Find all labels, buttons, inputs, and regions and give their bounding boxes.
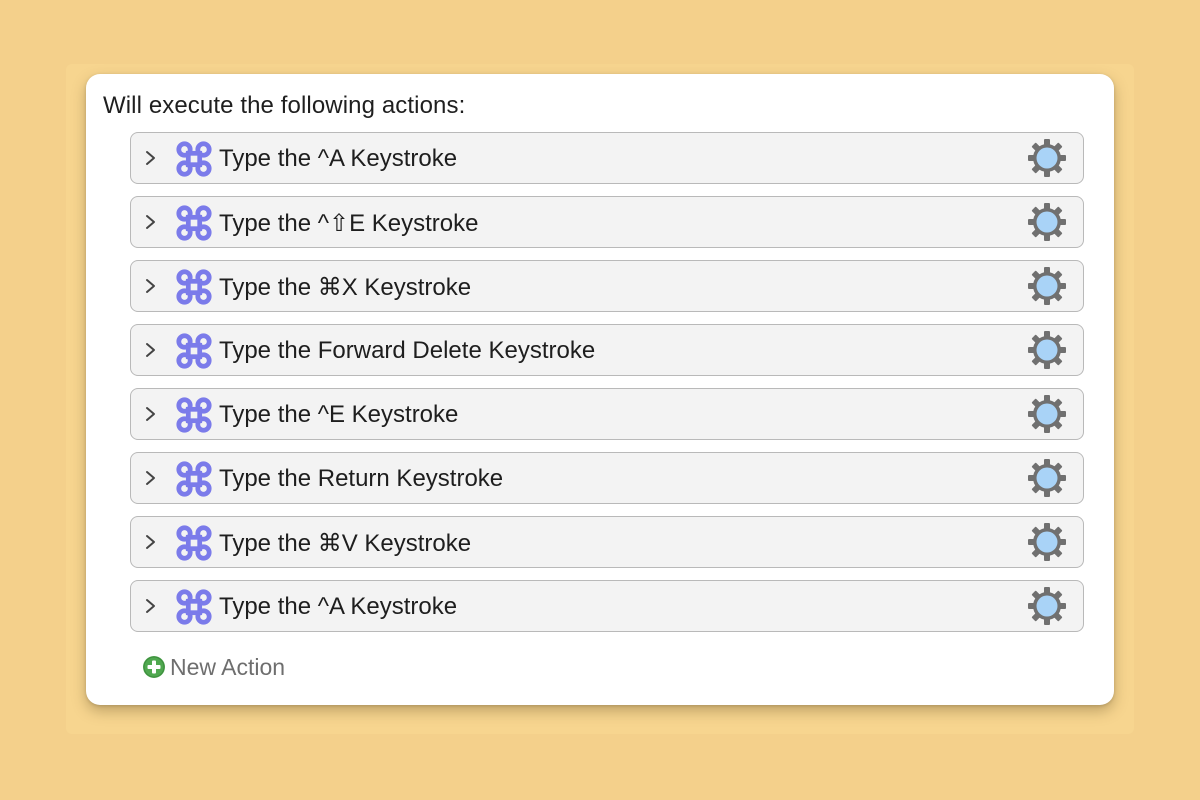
chevron-right-icon[interactable]: [141, 274, 161, 298]
command-key-icon: [176, 269, 212, 305]
gear-icon[interactable]: [1027, 330, 1067, 370]
action-row[interactable]: Type the ⌘V Keystroke: [130, 516, 1084, 568]
action-label: Type the ^A Keystroke: [219, 593, 458, 620]
command-key-icon: [176, 589, 212, 625]
command-key-icon: [176, 205, 212, 241]
chevron-right-icon[interactable]: [141, 594, 161, 618]
gear-icon[interactable]: [1027, 394, 1067, 434]
new-action-button[interactable]: New Action: [142, 652, 285, 682]
gear-icon[interactable]: [1027, 458, 1067, 498]
command-key-icon: [176, 397, 212, 433]
gear-icon[interactable]: [1027, 138, 1067, 178]
panel-title: Will execute the following actions:: [103, 92, 466, 119]
chevron-right-icon[interactable]: [141, 146, 161, 170]
action-label: Type the ⌘X Keystroke: [219, 274, 472, 301]
action-row[interactable]: Type the ^A Keystroke: [130, 580, 1084, 632]
gear-icon[interactable]: [1027, 202, 1067, 242]
plus-circle-icon: [143, 656, 165, 678]
chevron-right-icon[interactable]: [141, 466, 161, 490]
chevron-right-icon[interactable]: [141, 210, 161, 234]
action-label: Type the Return Keystroke: [219, 465, 504, 492]
action-row[interactable]: Type the ^A Keystroke: [130, 132, 1084, 184]
chevron-right-icon[interactable]: [141, 338, 161, 362]
action-row[interactable]: Type the Forward Delete Keystroke: [130, 324, 1084, 376]
action-row[interactable]: Type the ^⇧E Keystroke: [130, 196, 1084, 248]
command-key-icon: [176, 461, 212, 497]
gear-icon[interactable]: [1027, 266, 1067, 306]
action-row[interactable]: Type the ^E Keystroke: [130, 388, 1084, 440]
action-label: Type the ^⇧E Keystroke: [219, 210, 479, 237]
action-list: Type the ^A Keystroke Type the ^⇧E Keyst…: [130, 132, 1084, 644]
action-label: Type the Forward Delete Keystroke: [219, 337, 596, 364]
new-action-label: New Action: [170, 653, 286, 680]
chevron-right-icon[interactable]: [141, 530, 161, 554]
action-row[interactable]: Type the ⌘X Keystroke: [130, 260, 1084, 312]
actions-panel: Will execute the following actions: Type…: [86, 74, 1114, 705]
action-label: Type the ^A Keystroke: [219, 145, 458, 172]
action-row[interactable]: Type the Return Keystroke: [130, 452, 1084, 504]
action-label: Type the ^E Keystroke: [219, 401, 459, 428]
command-key-icon: [176, 333, 212, 369]
chevron-right-icon[interactable]: [141, 402, 161, 426]
action-label: Type the ⌘V Keystroke: [219, 530, 472, 557]
command-key-icon: [176, 525, 212, 561]
command-key-icon: [176, 141, 212, 177]
gear-icon[interactable]: [1027, 522, 1067, 562]
gear-icon[interactable]: [1027, 586, 1067, 626]
